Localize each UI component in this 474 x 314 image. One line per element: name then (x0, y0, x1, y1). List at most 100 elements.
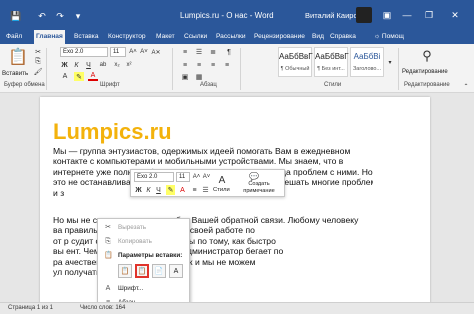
paste-picture-icon[interactable]: 📄 (152, 264, 166, 278)
group-label-font: Шрифт (100, 82, 120, 88)
menu-item-paste-options: 📋 Параметры вставки: (98, 250, 191, 262)
document-heading[interactable]: Lumpics.ru (53, 119, 172, 145)
font-icon: A (105, 285, 111, 292)
font-color-icon[interactable]: A (88, 72, 98, 81)
text-effects-icon[interactable]: A (60, 72, 70, 81)
context-menu: ✂ Вырезать ⎘ Копировать 📋 Параметры вста… (97, 218, 190, 314)
tab-mailings[interactable]: Рассылки (214, 30, 248, 44)
mini-highlight-icon[interactable]: ✎ (166, 185, 175, 195)
show-marks-icon[interactable]: ¶ (224, 47, 234, 57)
ribbon: 📋 Вставить ✂ ⎘ 🖌 Буфер обмена Exo 2.0 11… (0, 44, 474, 93)
strikethrough-icon[interactable]: ab (98, 60, 108, 70)
search-icon[interactable]: ⚲ (418, 47, 436, 65)
align-left-icon[interactable]: ≡ (180, 60, 190, 70)
word-count[interactable]: Число слов: 164 (80, 305, 125, 311)
tab-file[interactable]: Файл (4, 30, 24, 44)
tab-view[interactable]: Вид (310, 30, 326, 44)
customize-quick-access-icon[interactable]: ▾ (72, 10, 84, 22)
justify-icon[interactable]: ≡ (222, 60, 232, 70)
style-heading1[interactable]: АаБбВі Заголово... (350, 47, 384, 77)
clear-formatting-icon[interactable]: A✕ (150, 47, 162, 57)
copy-icon[interactable]: ⎘ (34, 58, 42, 66)
tab-layout[interactable]: Макет (154, 30, 177, 44)
mini-styles-label[interactable]: Стили (213, 187, 230, 193)
borders-icon[interactable]: ▦ (194, 72, 204, 81)
group-label-clipboard: Буфер обмена (4, 82, 45, 88)
new-comment-icon[interactable]: 💬 (247, 171, 261, 181)
cut-icon[interactable]: ✂ (34, 48, 42, 56)
restore-button[interactable]: ❐ (420, 6, 438, 24)
undo-icon[interactable]: ↶ (36, 10, 48, 22)
ribbon-tabs: Файл Главная Вставка Конструктор Макет С… (0, 30, 474, 44)
tab-design[interactable]: Конструктор (106, 30, 148, 44)
menu-item-label: Копировать (118, 238, 152, 245)
shrink-font-icon[interactable]: A˅ (139, 47, 149, 57)
tab-references[interactable]: Ссылки (182, 30, 209, 44)
mini-underline-button[interactable]: Ч (154, 185, 163, 195)
mini-styles-icon[interactable]: A (215, 174, 229, 186)
avatar[interactable] (356, 7, 372, 23)
ribbon-display-icon[interactable]: ▣ (378, 6, 396, 24)
mini-font-color-icon[interactable]: A (178, 185, 187, 195)
new-comment-label[interactable]: Создать примечание (235, 181, 283, 194)
styles-more-icon[interactable]: ▾ (386, 47, 394, 77)
close-button[interactable]: ✕ (446, 6, 464, 24)
bold-button[interactable]: Ж (60, 60, 69, 70)
group-divider (240, 48, 241, 90)
tab-help[interactable]: Справка (328, 30, 358, 44)
style-name: ¶ Обычный (280, 66, 310, 72)
format-painter-icon[interactable]: 🖌 (34, 68, 43, 76)
align-right-icon[interactable]: ≡ (208, 60, 218, 70)
paste-button-label[interactable]: Вставить (2, 70, 28, 77)
superscript-icon[interactable]: x² (124, 60, 134, 70)
align-center-icon[interactable]: ≡ (194, 60, 204, 70)
tab-review[interactable]: Рецензирование (252, 30, 307, 44)
paste-merge-formatting-icon[interactable]: 📋 (135, 264, 149, 278)
save-icon[interactable]: 💾 (10, 10, 22, 22)
tab-insert[interactable]: Вставка (72, 30, 101, 44)
group-label-styles: Стили (324, 82, 342, 88)
mini-shrink-font-icon[interactable]: A˅ (202, 172, 211, 182)
highlight-icon[interactable]: ✎ (74, 72, 84, 81)
numbering-icon[interactable]: ☰ (194, 47, 204, 57)
bullets-icon[interactable]: ≡ (180, 47, 190, 57)
italic-button[interactable]: К (72, 60, 81, 70)
underline-button[interactable]: Ч (84, 60, 93, 70)
multilevel-list-icon[interactable]: ≣ (208, 47, 218, 57)
editing-button-label[interactable]: Редактирование (402, 69, 448, 75)
mini-font-size-field[interactable]: 11 (176, 172, 190, 182)
shading-icon[interactable]: ▣ (180, 72, 190, 81)
mini-bold-button[interactable]: Ж (134, 185, 143, 195)
style-no-spacing[interactable]: АаБбВвГ ¶ Без инт... (314, 47, 349, 77)
tell-me-search[interactable]: ☼ Помощ (372, 30, 406, 44)
mini-grow-font-icon[interactable]: A˄ (192, 172, 201, 182)
menu-item-label: Шрифт... (118, 285, 144, 292)
redo-icon[interactable]: ↷ (54, 10, 66, 22)
menu-item-font[interactable]: A Шрифт... (98, 283, 191, 295)
font-size-field[interactable]: 11 (110, 47, 126, 57)
mini-italic-button[interactable]: К (144, 185, 153, 195)
font-name-field[interactable]: Exo 2.0 (60, 47, 108, 57)
mini-font-name-field[interactable]: Exo 2.0 (134, 172, 174, 182)
paste-text-only-icon[interactable]: A (169, 264, 183, 278)
menu-item-copy[interactable]: ⎘ Копировать (98, 236, 191, 248)
grow-font-icon[interactable]: A˄ (128, 47, 138, 57)
menu-item-cut[interactable]: ✂ Вырезать (98, 222, 191, 234)
lightbulb-icon: ☼ (374, 33, 382, 40)
window-title: Lumpics.ru - О нас - Word (180, 11, 274, 20)
user-name[interactable]: Виталий Каиров (305, 11, 362, 20)
mini-numbering-icon[interactable]: ☰ (201, 185, 210, 195)
mini-bullets-icon[interactable]: ≡ (190, 185, 199, 195)
tell-me-label: Помощ (381, 33, 404, 40)
subscript-icon[interactable]: x₂ (112, 60, 122, 70)
style-normal[interactable]: АаБбВвГ ¶ Обычный (278, 47, 313, 77)
paste-keep-source-icon[interactable]: 📋 (118, 264, 132, 278)
tab-home[interactable]: Главная (34, 30, 65, 44)
collapse-ribbon-icon[interactable]: ⌃ (462, 82, 470, 90)
mini-toolbar: Exo 2.0 11 A˄ A˅ Ж К Ч ✎ A ≡ ☰ A Стили 💬… (130, 169, 285, 197)
group-divider (398, 48, 399, 90)
status-bar: Страница 1 из 1 Число слов: 164 (0, 302, 474, 314)
paste-icon[interactable]: 📋 (6, 46, 30, 68)
page-count[interactable]: Страница 1 из 1 (8, 305, 53, 311)
minimize-button[interactable]: — (398, 6, 416, 24)
